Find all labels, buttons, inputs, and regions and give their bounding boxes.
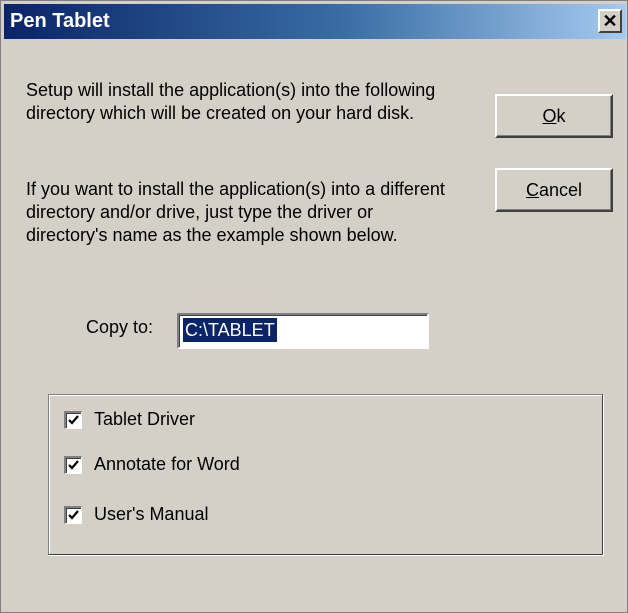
checkmark-icon	[68, 509, 79, 520]
annotate-for-word-checkbox[interactable]	[64, 455, 82, 474]
checkmark-icon	[68, 414, 79, 425]
change-directory-instructions: If you want to install the application(s…	[26, 179, 445, 245]
install-description: Setup will install the application(s) in…	[26, 80, 436, 123]
ok-label-rest: k	[556, 105, 566, 126]
cancel-label-rest: ancel	[538, 179, 583, 200]
users-manual-checkbox[interactable]	[64, 505, 82, 524]
tablet-driver-checkbox[interactable]	[64, 410, 82, 429]
components-group: Tablet Driver Annotate for Word User's M…	[48, 394, 603, 555]
copy-to-label: Copy to:	[86, 317, 154, 337]
tablet-driver-label: Tablet Driver	[94, 409, 196, 429]
setup-dialog: Pen Tablet ✕ Setup will install the appl…	[0, 0, 628, 613]
copy-to-input[interactable]: C:\TABLET	[177, 313, 429, 349]
annotate-for-word-label: Annotate for Word	[94, 454, 240, 474]
checkmark-icon	[68, 459, 79, 470]
ok-button[interactable]: Ok	[495, 94, 613, 138]
window-title: Pen Tablet	[10, 10, 110, 32]
cancel-mnemonic: C	[525, 179, 539, 200]
cancel-button[interactable]: Cancel	[495, 168, 613, 212]
users-manual-label: User's Manual	[94, 504, 209, 524]
component-item-users-manual[interactable]: User's Manual	[64, 504, 208, 525]
title-bar[interactable]: Pen Tablet ✕	[4, 4, 626, 39]
close-icon: ✕	[602, 11, 618, 31]
ok-mnemonic: O	[542, 105, 557, 126]
copy-to-value: C:\TABLET	[183, 318, 277, 342]
component-item-tablet-driver[interactable]: Tablet Driver	[64, 409, 195, 430]
close-button[interactable]: ✕	[598, 9, 622, 33]
component-item-annotate-for-word[interactable]: Annotate for Word	[64, 454, 240, 475]
